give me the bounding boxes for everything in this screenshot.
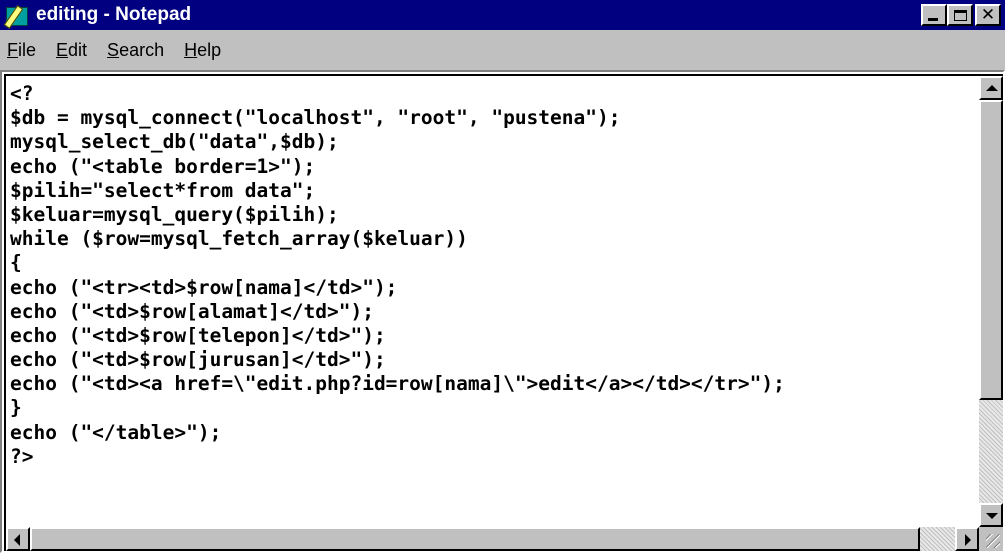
scroll-right-button[interactable] <box>955 527 979 551</box>
editor-client: <? $db = mysql_connect("localhost", "root… <box>4 74 1003 551</box>
arrow-up-icon <box>986 85 998 91</box>
text-editor[interactable]: <? $db = mysql_connect("localhost", "root… <box>10 82 985 522</box>
notepad-window: editing - Notepad ✕ File Edit Search Hel… <box>0 0 1005 553</box>
window-title: editing - Notepad <box>36 4 192 25</box>
vertical-scrollbar[interactable] <box>979 76 1003 527</box>
code-line: echo ("<tr><td>$row[nama]</td>"); <box>10 275 398 299</box>
code-line: echo ("<td>$row[jurusan]</td>"); <box>10 348 386 372</box>
window-controls: ✕ <box>921 4 1001 26</box>
minimize-button[interactable] <box>921 4 947 26</box>
arrow-down-icon <box>986 513 998 519</box>
code-line: $pilih="select*from data"; <box>10 178 316 202</box>
notepad-icon[interactable] <box>3 4 30 29</box>
code-line: echo ("<td>$row[alamat]</td>"); <box>10 299 374 323</box>
maximize-button[interactable] <box>947 4 973 26</box>
menu-bar: File Edit Search Help <box>0 31 1005 69</box>
menu-search[interactable]: Search <box>97 31 174 69</box>
close-icon: ✕ <box>980 4 996 25</box>
code-line: } <box>10 396 22 420</box>
scroll-left-button[interactable] <box>6 527 30 551</box>
resize-grip-icon <box>986 534 1000 548</box>
code-line: echo ("<td><a href=\"edit.php?id=row[nam… <box>10 372 785 396</box>
code-line: $db = mysql_connect("localhost", "root",… <box>10 106 621 130</box>
editor-frame: <? $db = mysql_connect("localhost", "root… <box>0 70 1005 553</box>
scroll-up-button[interactable] <box>979 76 1003 100</box>
arrow-right-icon <box>965 534 971 546</box>
size-grip[interactable] <box>979 527 1003 551</box>
menu-help[interactable]: Help <box>174 31 231 69</box>
code-line: $keluar=mysql_query($pilih); <box>10 202 339 226</box>
code-line: { <box>10 251 22 275</box>
arrow-left-icon <box>14 534 20 546</box>
code-line: mysql_select_db("data",$db); <box>10 130 339 154</box>
title-bar[interactable]: editing - Notepad ✕ <box>0 0 1005 30</box>
close-button[interactable]: ✕ <box>975 4 1001 26</box>
horizontal-scroll-thumb[interactable] <box>30 527 920 551</box>
code-line: ?> <box>10 444 34 468</box>
maximize-icon <box>953 9 967 21</box>
code-line: echo ("</table>"); <box>10 420 222 444</box>
minimize-icon <box>928 18 938 21</box>
code-line: <? <box>10 82 34 105</box>
menu-edit[interactable]: Edit <box>46 31 97 69</box>
horizontal-scrollbar[interactable] <box>6 527 979 551</box>
vertical-scroll-thumb[interactable] <box>979 100 1003 400</box>
code-line: echo ("<td>$row[telepon]</td>"); <box>10 323 386 347</box>
code-line: while ($row=mysql_fetch_array($keluar)) <box>10 227 468 251</box>
scroll-down-button[interactable] <box>979 503 1003 527</box>
code-line: echo ("<table border=1>"); <box>10 154 316 178</box>
menu-file[interactable]: File <box>0 31 46 69</box>
